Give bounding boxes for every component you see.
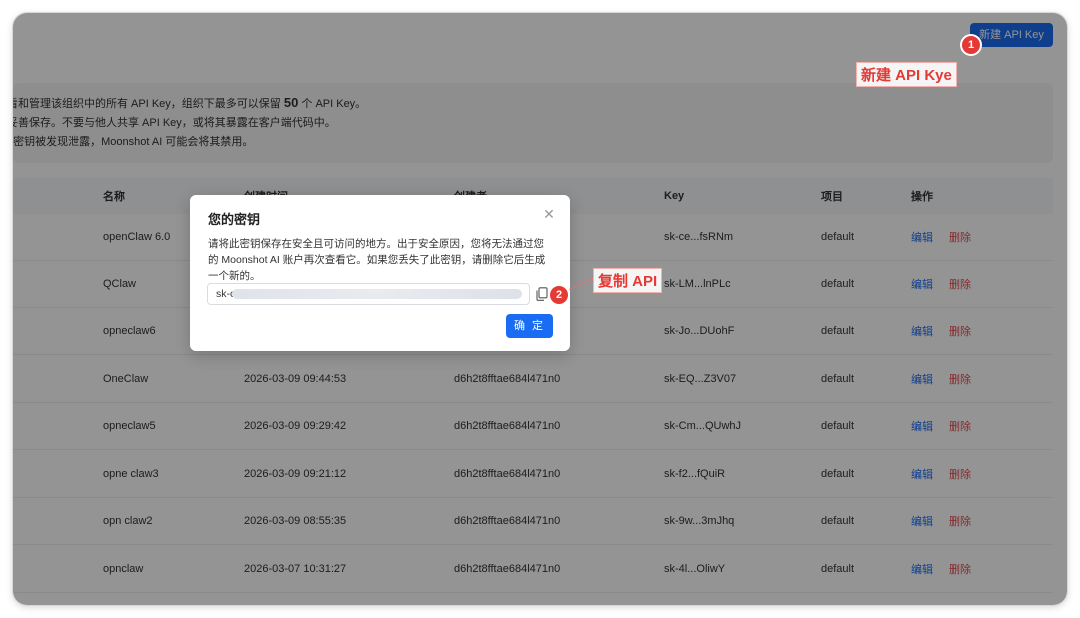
close-icon[interactable]: ✕ — [542, 207, 556, 221]
confirm-button[interactable]: 确 定 — [506, 314, 553, 338]
app-frame: 新建 API Key 看和管理该组织中的所有 API Key，组织下最多可以保留… — [13, 13, 1067, 605]
secret-key-modal: 您的密钥 ✕ 请将此密钥保存在安全且可访问的地方。出于安全原因，您将无法通过您的… — [190, 195, 570, 351]
annotation-badge-1: 1 — [962, 36, 980, 54]
annotation-label-2: 复制 API — [593, 268, 663, 293]
copy-icon[interactable] — [536, 287, 548, 301]
annotation-label-1: 新建 API Kye — [856, 62, 957, 87]
modal-description: 请将此密钥保存在安全且可访问的地方。出于安全原因，您将无法通过您的 Moonsh… — [208, 238, 546, 282]
api-keys-page: 新建 API Key 看和管理该组织中的所有 API Key，组织下最多可以保留… — [13, 13, 1067, 605]
annotation-badge-2: 2 — [550, 286, 568, 304]
secret-key-field[interactable]: sk-c — [207, 283, 530, 305]
blurred-key-mask — [232, 289, 522, 299]
modal-title: 您的密钥 — [208, 212, 261, 227]
